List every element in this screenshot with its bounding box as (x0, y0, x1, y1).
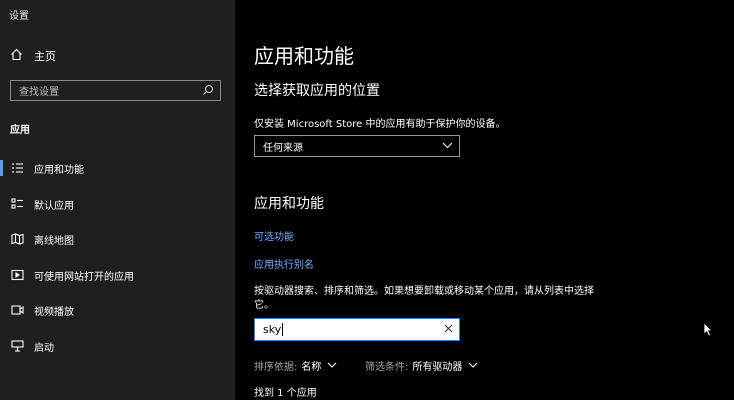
filter-by-dropdown[interactable]: 筛选条件: 所有驱动器 (365, 358, 478, 373)
sidebar-item-label: 默认应用 (34, 200, 74, 212)
app-search-input[interactable]: sky (254, 318, 460, 341)
install-section-description: 仅安装 Microsoft Store 中的应用有助于保护你的设备。 (254, 119, 506, 130)
filter-label: 筛选条件: (365, 362, 409, 373)
sidebar-item-label: 视频播放 (34, 306, 74, 318)
result-count: 找到 1 个应用 (254, 388, 317, 399)
video-playback-icon (10, 303, 24, 317)
main-content: 应用和功能 选择获取应用的位置 仅安装 Microsoft Store 中的应用… (235, 0, 734, 400)
chevron-down-icon (442, 141, 453, 152)
search-placeholder: 查找设置 (19, 87, 59, 98)
sort-by-dropdown[interactable]: 排序依据: 名称 (254, 358, 337, 373)
sidebar-item-label: 应用和功能 (34, 164, 84, 176)
sidebar-item-apps-for-websites[interactable]: 可使用网站打开的应用 (0, 263, 235, 287)
text-caret (282, 323, 284, 337)
home-label: 主页 (34, 50, 56, 63)
app-execution-alias-link[interactable]: 应用执行别名 (254, 256, 314, 271)
window-title: 设置 (9, 11, 29, 22)
sidebar-item-label: 启动 (34, 342, 54, 354)
search-value: sky (263, 322, 282, 336)
clear-icon[interactable] (444, 323, 453, 336)
sidebar-section-apps: 应用 (10, 125, 30, 136)
app-source-dropdown[interactable]: 任何来源 (254, 135, 460, 157)
dropdown-value: 任何来源 (263, 142, 303, 154)
sort-value: 名称 (301, 362, 322, 373)
sidebar-item-startup[interactable]: 启动 (0, 334, 235, 358)
mouse-cursor-icon (703, 322, 713, 341)
sort-label: 排序依据: (254, 362, 298, 373)
apps-section-description: 按驱动器搜索、排序和筛选。如果想要卸载或移动某个应用，请从列表中选择它。 (254, 286, 594, 311)
sidebar-item-default-apps[interactable]: 默认应用 (0, 192, 235, 216)
default-apps-icon (10, 197, 24, 211)
settings-search-input[interactable]: 查找设置 (10, 80, 221, 101)
home-icon (10, 48, 34, 64)
sidebar: 设置 主页 查找设置 应用 应用和功能 默认应用 离线地图 可使用网站打开的应用… (0, 0, 235, 400)
apps-features-icon (10, 161, 24, 175)
search-icon[interactable] (202, 81, 214, 100)
sidebar-item-offline-maps[interactable]: 离线地图 (0, 227, 235, 251)
apps-section-title: 应用和功能 (254, 196, 324, 212)
chevron-down-icon (327, 360, 337, 371)
sidebar-item-apps-features[interactable]: 应用和功能 (0, 156, 235, 180)
offline-maps-icon (10, 232, 24, 246)
startup-icon (10, 339, 24, 353)
optional-features-link[interactable]: 可选功能 (254, 228, 294, 243)
page-title: 应用和功能 (254, 44, 354, 68)
chevron-down-icon (468, 360, 478, 371)
filter-value: 所有驱动器 (412, 362, 463, 373)
apps-for-websites-icon (10, 268, 24, 282)
install-section-title: 选择获取应用的位置 (254, 83, 380, 99)
sidebar-item-label: 可使用网站打开的应用 (34, 271, 134, 283)
sidebar-item-video-playback[interactable]: 视频播放 (0, 298, 235, 322)
sidebar-home[interactable]: 主页 (10, 48, 56, 64)
sidebar-item-label: 离线地图 (34, 235, 74, 247)
